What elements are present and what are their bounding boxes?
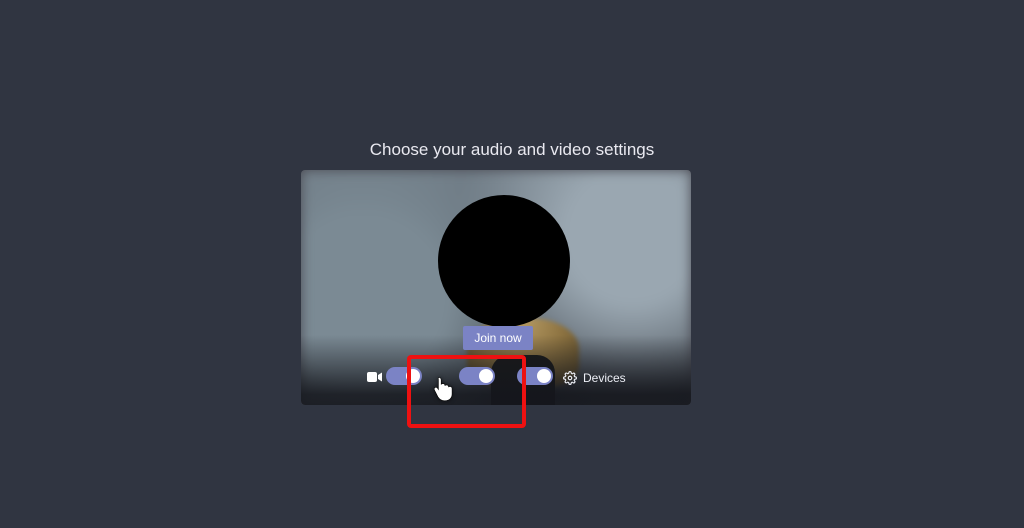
toggle-knob [406,369,420,383]
prejoin-controls-bar: Devices [301,359,691,387]
video-preview: Join now Devices [301,170,691,405]
join-now-label: Join now [474,331,521,345]
microphone-toggle[interactable] [517,367,553,385]
video-toggle[interactable] [386,367,422,385]
toggle-knob [537,369,551,383]
devices-label: Devices [583,371,626,385]
video-camera-icon [367,371,383,383]
background-blur-toggle[interactable] [459,367,495,385]
gear-icon [563,371,577,385]
device-settings-button[interactable]: Devices [563,371,626,385]
join-now-button[interactable]: Join now [463,326,533,350]
preview-face-mask [438,195,570,327]
toggle-knob [479,369,493,383]
page-title: Choose your audio and video settings [0,140,1024,160]
